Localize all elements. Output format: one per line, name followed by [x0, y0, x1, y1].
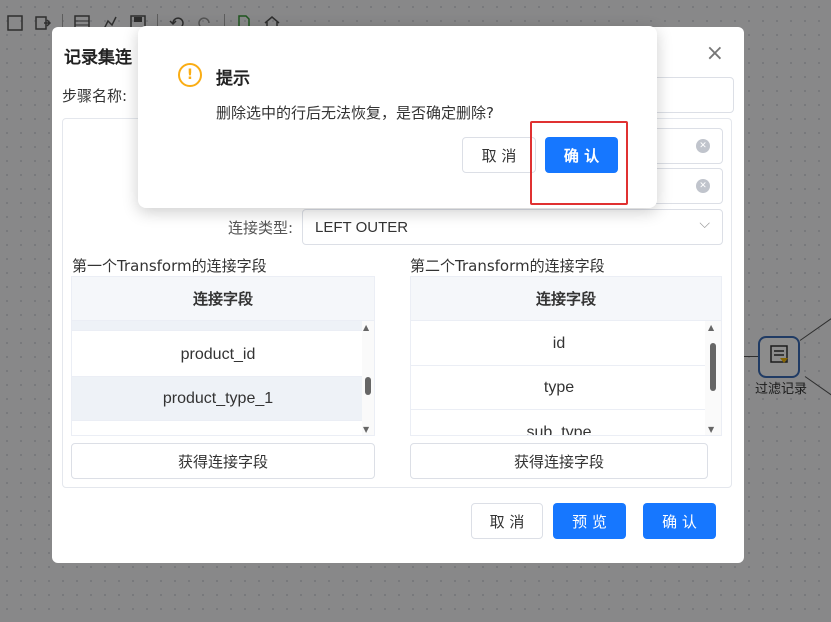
join-type-label: 连接类型: [228, 219, 294, 237]
table-header: 连接字段 [411, 277, 721, 321]
highlight-frame [530, 121, 628, 205]
table-row[interactable]: id [411, 322, 707, 366]
close-icon[interactable]: × [706, 41, 724, 66]
scroll-down-icon[interactable]: ▼ [363, 425, 369, 434]
table-row[interactable] [72, 321, 364, 331]
get-join-fields-button-2[interactable]: 获得连接字段 [410, 443, 708, 479]
scrollbar[interactable]: ▲ ▼ [705, 321, 721, 435]
alert-title: 提示 [216, 69, 250, 89]
scroll-thumb[interactable] [710, 343, 716, 391]
confirm-button[interactable]: 确 认 [643, 503, 716, 539]
first-join-field-table: 连接字段 product_id product_type_1 ▲ ▼ [71, 276, 375, 436]
warning-icon: ! [178, 63, 202, 87]
scroll-thumb[interactable] [365, 377, 371, 395]
second-transform-label: 第二个Transform的连接字段 [410, 257, 605, 275]
alert-message: 删除选中的行后无法恢复，是否确定删除? [216, 104, 494, 122]
chevron-down-icon: ⌵ [699, 216, 710, 232]
clear-icon[interactable]: ✕ [696, 179, 710, 193]
first-transform-label: 第一个Transform的连接字段 [72, 257, 267, 275]
join-type-select[interactable]: LEFT OUTER ⌵ [302, 209, 723, 245]
cancel-button[interactable]: 取 消 [471, 503, 543, 539]
table-row[interactable]: sub_type [411, 410, 707, 435]
scroll-down-icon[interactable]: ▼ [708, 425, 714, 434]
scroll-up-icon[interactable]: ▲ [708, 323, 714, 332]
table-row[interactable]: product_id [72, 333, 364, 377]
table-row[interactable]: type [411, 366, 707, 410]
get-join-fields-button-1[interactable]: 获得连接字段 [71, 443, 375, 479]
alert-cancel-button[interactable]: 取 消 [462, 137, 536, 173]
table-header: 连接字段 [72, 277, 374, 321]
preview-button[interactable]: 预 览 [553, 503, 626, 539]
scroll-up-icon[interactable]: ▲ [363, 323, 369, 332]
table-row[interactable]: product_type_1 [72, 377, 364, 421]
scrollbar[interactable]: ▲ ▼ [362, 321, 374, 435]
step-name-label: 步骤名称: [62, 87, 128, 105]
join-type-value: LEFT OUTER [315, 219, 409, 236]
dialog-title: 记录集连 [64, 48, 132, 68]
second-join-field-table: 连接字段 id type sub_type ▲ ▼ [410, 276, 722, 436]
clear-icon[interactable]: ✕ [696, 139, 710, 153]
